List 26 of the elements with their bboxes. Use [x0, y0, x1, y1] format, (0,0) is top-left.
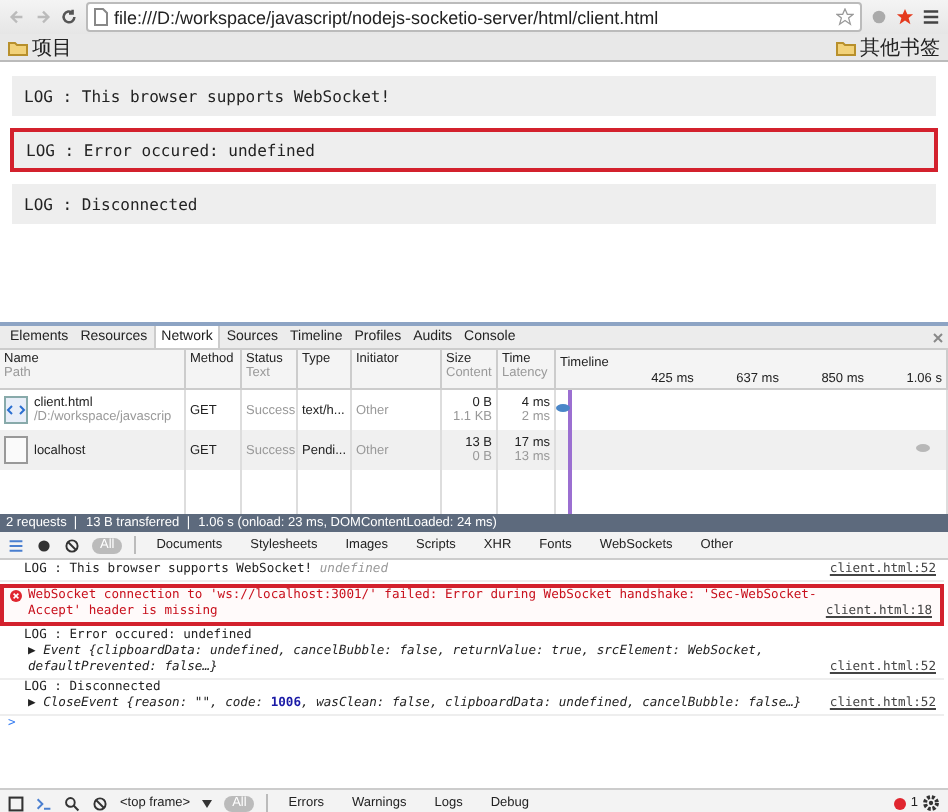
page-icon [94, 8, 108, 26]
caret-icon[interactable] [202, 799, 213, 807]
settings-icon[interactable] [922, 794, 940, 812]
star-icon[interactable] [836, 8, 854, 26]
clear-icon[interactable] [64, 537, 80, 553]
dock-icon[interactable] [8, 795, 24, 811]
other-bookmarks[interactable]: 其他书签 [836, 33, 940, 61]
address-bar[interactable]: file:///D:/workspace/javascript/nodejs-socketio-server/html/client.html [86, 2, 862, 32]
log-message: LOG : This browser supports WebSocket! [12, 76, 936, 116]
clear-icon[interactable] [92, 795, 108, 811]
bookmark[interactable]: 项目 [8, 33, 72, 61]
error-icon [10, 590, 22, 602]
html-file-icon [4, 396, 28, 424]
reload-icon[interactable] [60, 8, 78, 26]
menu-icon[interactable] [922, 8, 940, 26]
folder-icon [8, 39, 28, 55]
close-icon[interactable] [932, 331, 944, 343]
star-icon[interactable] [896, 8, 914, 26]
list-icon[interactable] [8, 537, 24, 553]
record-icon[interactable] [36, 537, 52, 553]
error-icon [894, 797, 907, 809]
console-icon[interactable] [36, 795, 52, 811]
search-icon[interactable] [64, 795, 80, 811]
log-message: LOG : Disconnected [12, 184, 936, 224]
folder-icon [836, 39, 856, 55]
log-message: LOG : Error occured: undefined [10, 128, 938, 172]
